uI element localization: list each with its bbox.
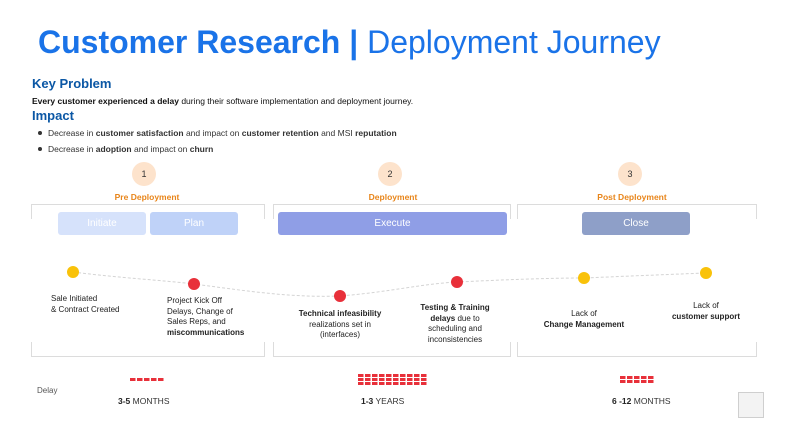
delay-cell: [372, 382, 378, 385]
node-label-technical: Technical infeasibility realizations set…: [285, 309, 395, 341]
duration-value: 1-3: [361, 396, 374, 406]
label-bold: Technical infeasibility: [298, 309, 382, 318]
delay-label: Delay: [37, 386, 58, 395]
node-label-change: Lack of Change Management: [534, 309, 634, 330]
journey-node-project-kickoff: [188, 278, 200, 290]
node-label-support: Lack of customer support: [656, 301, 756, 322]
delay-cell: [130, 378, 136, 381]
label-line: inconsistencies: [427, 334, 483, 344]
label-line: Lack of: [571, 309, 597, 318]
delay-cell: [372, 374, 378, 377]
delay-cell: [648, 376, 654, 379]
delay-cell: [414, 378, 420, 381]
delay-cell: [407, 382, 413, 385]
label-bold: Change Management: [543, 319, 625, 329]
delay-cell: [151, 378, 157, 381]
delay-cell: [641, 376, 647, 379]
delay-cell: [421, 382, 427, 385]
journey-node-technical: [334, 290, 346, 302]
delay-cell: [365, 378, 371, 381]
delay-cell: [379, 374, 385, 377]
delay-cell: [365, 382, 371, 385]
label-bold: Testing & Training: [420, 303, 490, 312]
duration-unit: YEARS: [373, 396, 405, 406]
delay-cell: [407, 374, 413, 377]
delay-cell: [620, 380, 626, 383]
delay-bar-2: [358, 374, 427, 385]
delay-cell: [627, 376, 633, 379]
duration-1: 3-5 MONTHS: [118, 396, 170, 406]
delay-cell: [634, 380, 640, 383]
delay-cell: [158, 378, 164, 381]
label-line: scheduling and: [428, 324, 482, 333]
delay-cell: [400, 382, 406, 385]
duration-value: 3-5: [118, 396, 131, 406]
delay-cell: [421, 378, 427, 381]
delay-cell: [641, 380, 647, 383]
delay-cell: [421, 374, 427, 377]
delay-cell: [144, 378, 150, 381]
delay-cell: [414, 374, 420, 377]
label-line: Sales Reps, and: [167, 317, 226, 326]
delay-cell: [400, 378, 406, 381]
delay-cell: [358, 378, 364, 381]
label-line: Sale Initiated: [51, 294, 98, 303]
delay-cell: [379, 378, 385, 381]
delay-cell: [414, 382, 420, 385]
journey-node-change-management: [578, 272, 590, 284]
delay-cell: [393, 378, 399, 381]
journey-node-customer-support: [700, 267, 712, 279]
delay-cell: [407, 378, 413, 381]
delay-cell: [393, 374, 399, 377]
journey-node-sale-initiated: [67, 266, 79, 278]
label-line: Delays, Change of: [167, 306, 233, 316]
label-line: due to: [455, 313, 480, 323]
node-label-sale: Sale Initiated & Contract Created: [51, 294, 119, 315]
duration-2: 1-3 YEARS: [361, 396, 404, 406]
delay-cell: [393, 382, 399, 385]
label-line: (interfaces): [319, 330, 360, 339]
label-line: Project Kick Off: [167, 296, 222, 305]
label-bold: miscommunications: [167, 327, 245, 337]
label-bold: delays: [430, 313, 456, 323]
label-line: & Contract Created: [51, 304, 120, 314]
delay-cell: [386, 374, 392, 377]
delay-bar-3: [620, 376, 654, 383]
delay-cell: [365, 374, 371, 377]
delay-cell: [372, 378, 378, 381]
delay-cell: [648, 380, 654, 383]
duration-3: 6 -12 MONTHS: [612, 396, 671, 406]
delay-cell: [386, 382, 392, 385]
label-line: Lack of: [693, 301, 719, 310]
label-bold: customer support: [671, 311, 740, 321]
delay-cell: [386, 378, 392, 381]
label-line: realizations set in: [309, 319, 371, 329]
node-label-testing: Testing & Training delays due to schedul…: [405, 303, 505, 345]
duration-value: 6 -12: [612, 396, 632, 406]
duration-unit: MONTHS: [130, 396, 170, 406]
delay-bar-1: [130, 378, 164, 381]
journey-node-testing: [451, 276, 463, 288]
delay-cell: [400, 374, 406, 377]
delay-cell: [379, 382, 385, 385]
delay-cell: [620, 376, 626, 379]
delay-cell: [137, 378, 143, 381]
delay-cell: [634, 376, 640, 379]
corner-placeholder-box: [738, 392, 764, 418]
delay-cell: [358, 382, 364, 385]
delay-cell: [627, 380, 633, 383]
delay-cell: [358, 374, 364, 377]
duration-unit: MONTHS: [631, 396, 671, 406]
node-label-kickoff: Project Kick Off Delays, Change of Sales…: [167, 296, 244, 338]
